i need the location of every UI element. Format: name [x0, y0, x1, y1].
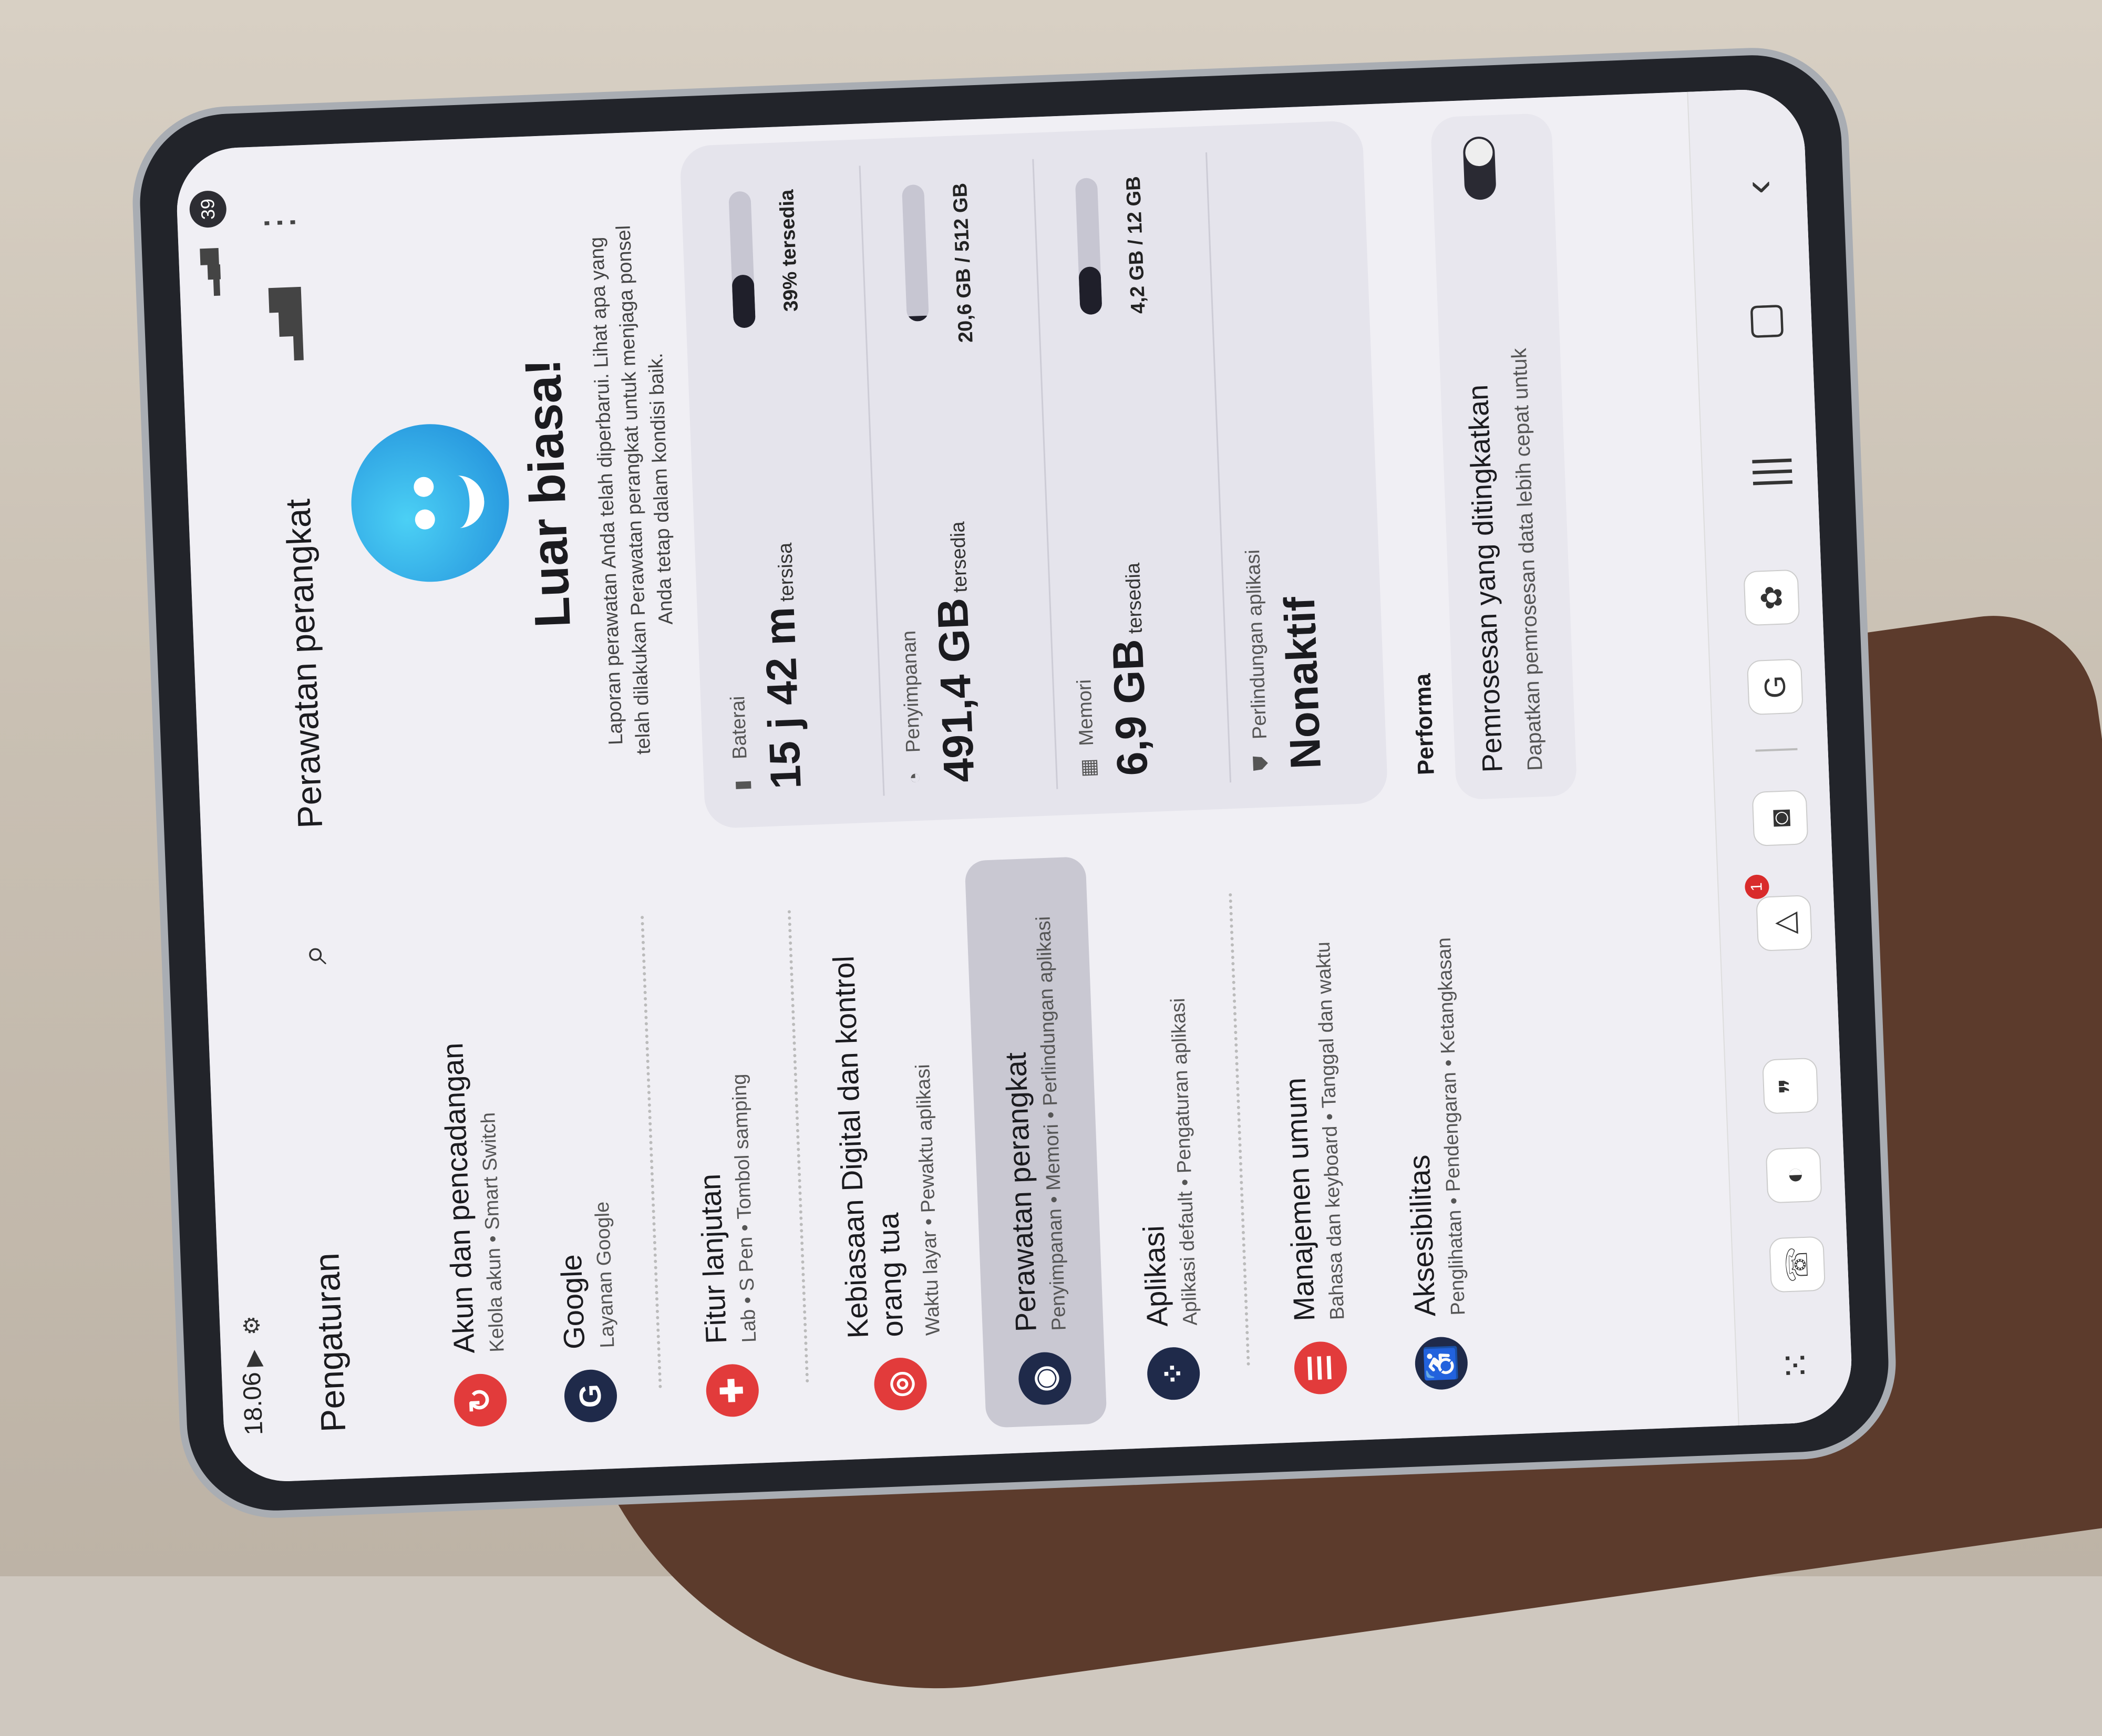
google-drive-icon[interactable]: △	[1756, 894, 1813, 952]
menu-item-title: Google	[554, 1254, 591, 1350]
stat-app-protection[interactable]: ⛊ Perlindungan aplikasi Nonaktif	[1216, 146, 1408, 782]
apps-dots-icon: ⁘	[1146, 1346, 1201, 1401]
menu-item-title: Perawatan perangkat	[998, 1051, 1043, 1333]
google-g-icon: G	[563, 1368, 618, 1423]
stat-battery[interactable]: ▮ Baterai 15 j 42 mtersisa 39% tersedia	[696, 166, 889, 802]
messages-app-icon[interactable]: ◐	[1765, 1146, 1822, 1204]
smiley-status-icon	[348, 421, 512, 585]
stat-value: 15 j 42 mtersisa	[755, 542, 810, 790]
search-icon[interactable]: ⌕	[292, 944, 336, 966]
stat-value: 6,9 GBtersedia	[1104, 562, 1157, 777]
toggle-knob	[1465, 138, 1493, 167]
enhanced-processing-description: Dapatkan pemrosesan data lebih cepat unt…	[1507, 347, 1547, 771]
divider	[1229, 893, 1250, 1366]
gear-plus-icon: ✚	[705, 1363, 760, 1418]
google-app-icon[interactable]: G	[1746, 658, 1804, 716]
menu-item-title: Kebiasaan Digital dan kontrol orang tua	[827, 955, 910, 1339]
menu-item-title: Manajemen umum	[1278, 1077, 1321, 1322]
more-options-icon[interactable]: ⋮	[256, 203, 302, 242]
flower-app-icon[interactable]: ✿	[1743, 569, 1800, 626]
menu-item-subtitle: Layanan Google	[591, 1201, 619, 1349]
bar-fill	[906, 315, 929, 322]
menu-item-google[interactable]: G Google Layanan Google	[523, 874, 640, 1445]
menu-item-accessibility[interactable]: ♿ Aksesibilitas Penglihatan • Pendengara…	[1369, 841, 1496, 1412]
stat-label: Memori	[1073, 679, 1098, 747]
menu-item-accounts[interactable]: ↻ Akun dan pencadangan Kelola akun • Sma…	[408, 879, 534, 1450]
stat-detail: 20,6 GB / 512 GB	[949, 182, 977, 343]
screen-viewport: 18.06 ▶ ⚙ ▂▄▆ 39 Pengaturan ⌕ ↻ Akun dan…	[174, 87, 1854, 1484]
device-care-icon: ◉	[1017, 1351, 1073, 1406]
stat-label: Baterai	[727, 695, 751, 760]
menu-item-digital-wellbeing[interactable]: ◎ Kebiasaan Digital dan kontrol orang tu…	[807, 862, 976, 1434]
device-care-title: Perawatan perangkat	[278, 498, 330, 829]
menu-item-title: Akun dan pencadangan	[436, 1042, 481, 1355]
gear-icon: ⚙	[239, 1315, 265, 1336]
bar-fill	[731, 274, 756, 328]
phone-app-icon[interactable]: ☏	[1769, 1236, 1826, 1293]
camera-app-icon[interactable]: ◙	[1751, 790, 1809, 847]
notification-icon: ▶	[240, 1349, 266, 1368]
stat-label: Perlindungan aplikasi	[1242, 549, 1271, 740]
divider	[640, 915, 662, 1388]
menu-item-subtitle: Waktu layar • Pewaktu aplikasi	[912, 1063, 945, 1336]
smiley-mouth	[437, 474, 486, 529]
page-title: Pengaturan	[307, 1252, 353, 1433]
accessibility-icon: ♿	[1414, 1336, 1469, 1391]
status-description: Laporan perawatan Anda telah diperbarui.…	[585, 225, 677, 755]
back-button[interactable]: ‹	[1734, 179, 1782, 195]
enhanced-processing-card[interactable]: Pemrosesan yang ditingkatkan Dapatkan pe…	[1430, 112, 1578, 800]
stats-card: ▮ Baterai 15 j 42 mtersisa 39% tersedia …	[679, 120, 1388, 829]
bar-chart-icon[interactable]: ▂▅▇	[264, 287, 304, 361]
menu-item-title: Aplikasi	[1137, 1225, 1174, 1328]
sliders-icon: ☰	[1293, 1340, 1348, 1396]
stat-detail: 4,2 GB / 12 GB	[1122, 175, 1150, 314]
app-drawer-icon[interactable]: ⁙	[1773, 1349, 1818, 1382]
memory-level-bar	[1075, 178, 1102, 315]
sync-icon: ↻	[453, 1372, 508, 1428]
performance-section-label: Performa	[1409, 673, 1439, 776]
shield-icon: ⛊	[1250, 755, 1273, 771]
enhanced-processing-toggle[interactable]	[1462, 136, 1497, 201]
recent-apps-button[interactable]: |||	[1744, 454, 1794, 489]
home-button[interactable]: ▢	[1738, 301, 1789, 342]
smiley-eye	[415, 509, 436, 530]
storage-icon: ◔	[903, 771, 926, 785]
settings-pane: Pengaturan ⌕ ↻ Akun dan pencadangan Kelo…	[260, 801, 1854, 1481]
battery-icon: ▮	[731, 779, 754, 791]
signal-icon: ▂▄▆	[194, 248, 220, 296]
screen: 18.06 ▶ ⚙ ▂▄▆ 39 Pengaturan ⌕ ↻ Akun dan…	[174, 87, 1854, 1484]
stat-value: Nonaktif	[1275, 596, 1331, 770]
enhanced-processing-title: Pemrosesan yang ditingkatkan	[1462, 384, 1509, 773]
battery-indicator: 39	[189, 190, 228, 229]
status-time: 18.06	[238, 1371, 269, 1436]
digital-wellbeing-icon: ◎	[873, 1357, 928, 1412]
menu-item-title: Fitur lanjutan	[693, 1173, 733, 1345]
menu-item-advanced-features[interactable]: ✚ Fitur lanjutan Lab • S Pen • Tombol sa…	[660, 869, 787, 1440]
stat-label: Penyimpanan	[898, 630, 925, 753]
menu-item-title: Aksesibilitas	[1402, 1154, 1442, 1317]
divider	[787, 910, 809, 1383]
bar-fill	[1078, 266, 1102, 315]
menu-item-subtitle: Kelola akun • Smart Switch	[477, 1112, 509, 1353]
smiley-eye	[413, 477, 435, 498]
battery-level-bar	[728, 191, 756, 328]
memory-icon: ▦	[1077, 758, 1100, 778]
stat-memory[interactable]: ▦ Memori 6,9 GBtersedia 4,2 GB / 12 GB	[1043, 152, 1235, 789]
quote-app-icon[interactable]: ❞	[1762, 1057, 1819, 1114]
notification-badge: 1	[1744, 874, 1770, 900]
stat-detail: 39% tersedia	[776, 189, 803, 312]
stat-storage[interactable]: ◔ Penyimpanan 491,4 GBtersedia 20,6 GB /…	[869, 159, 1062, 795]
menu-item-device-care[interactable]: ◉ Perawatan perangkat Penyimpanan • Memo…	[964, 856, 1107, 1428]
stat-value: 491,4 GBtersedia	[929, 521, 984, 783]
status-headline: Luar biasa!	[514, 357, 581, 629]
taskbar-divider	[1755, 748, 1798, 752]
storage-level-bar	[901, 184, 929, 322]
menu-item-apps[interactable]: ⁘ Aplikasi Aplikasi default • Pengaturan…	[1101, 852, 1228, 1423]
device-care-pane: Perawatan perangkat ▂▅▇ ⋮ Luar biasa! La…	[232, 87, 1830, 862]
menu-item-subtitle: Lab • S Pen • Tombol samping	[728, 1073, 761, 1343]
menu-item-general-management[interactable]: ☰ Manajemen umum Bahasa dan keyboard • T…	[1248, 846, 1375, 1417]
